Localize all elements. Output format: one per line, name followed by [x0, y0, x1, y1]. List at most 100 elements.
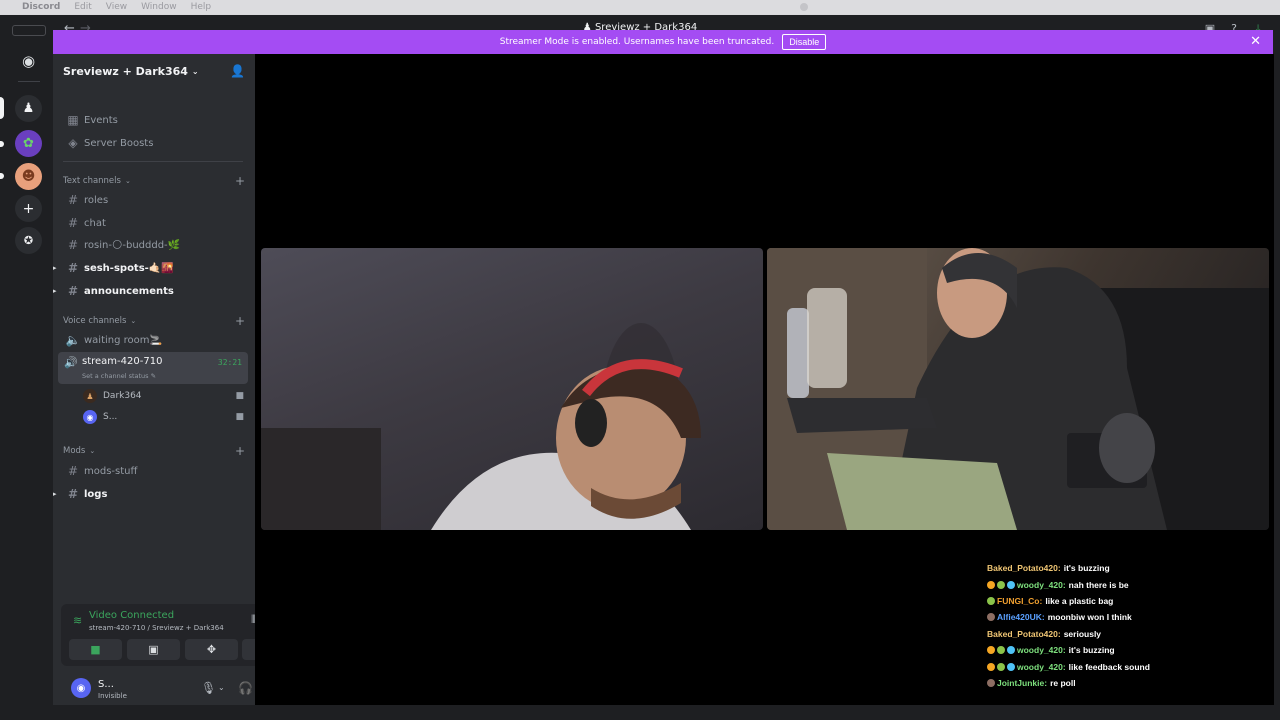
chat-badge-icon	[987, 678, 995, 687]
category-text-channels[interactable]: Text channels ⌄ +	[63, 174, 249, 188]
voice-user-name: Dark364	[103, 391, 142, 401]
activities-button[interactable]: ✥	[185, 639, 238, 660]
voice-channel-waiting-room[interactable]: 🔈 waiting room🚬	[59, 330, 249, 350]
server-list: ◉ ♟ ✿ ☻ + ✪	[0, 43, 56, 720]
chat-badge-icon	[1007, 662, 1015, 671]
channel-label: rosin-🌕-budddd-🌿	[84, 239, 181, 251]
chat-text: like a plastic bag	[1045, 595, 1114, 606]
voice-channel-stream[interactable]: 🔊 stream-420-710 32:21 Set a channel sta…	[58, 352, 248, 384]
chat-badge-icon	[997, 580, 1005, 589]
discover-compass-icon[interactable]: ✪	[15, 227, 42, 254]
chevron-down-icon: ⌄	[191, 66, 199, 76]
chevron-down-icon: ⌄	[130, 317, 137, 325]
menu-help[interactable]: Help	[191, 2, 212, 12]
close-icon[interactable]: ✕	[1250, 34, 1261, 49]
channel-sidebar: Sreviewz + Dark364 ⌄ 👤 ▦ Events ◈ Server…	[53, 54, 302, 705]
avatar[interactable]: ◉	[71, 678, 91, 698]
chat-text: it's buzzing	[1068, 645, 1115, 656]
chat-text: moonbiw won I think	[1047, 612, 1132, 623]
chat-message: Alfie420UK: moonbiw won I think	[987, 609, 1257, 625]
chat-badge-icon	[1007, 646, 1015, 655]
signal-icon[interactable]: ≋	[73, 614, 82, 627]
speaker-icon: 🔈	[65, 333, 81, 347]
chat-badge-icon	[987, 613, 995, 622]
channel-roles[interactable]: # roles	[59, 190, 249, 210]
unread-pill	[0, 173, 4, 179]
menu-edit[interactable]: Edit	[74, 2, 91, 12]
category-mods[interactable]: Mods ⌄ +	[63, 444, 249, 458]
speaker-active-icon: 🔊	[64, 356, 78, 369]
create-channel-icon[interactable]: +	[235, 314, 245, 328]
discord-home-icon[interactable]: ◉	[15, 47, 42, 74]
nav-item-label: Events	[84, 114, 118, 126]
add-server-icon[interactable]: +	[15, 195, 42, 222]
chevron-down-icon[interactable]: ⌄	[218, 683, 225, 692]
mac-menu-bar: Discord Edit View Window Help	[0, 0, 1280, 14]
channel-label: chat	[84, 217, 106, 229]
channel-label: roles	[84, 194, 109, 206]
channel-logs[interactable]: ▸ # logs	[53, 484, 249, 504]
chat-username: Alfie420UK:	[997, 612, 1045, 623]
chat-badge-icon	[997, 662, 1005, 671]
screen-share-button[interactable]: ▣	[127, 639, 180, 660]
chat-username: FUNGI_Co:	[997, 595, 1043, 606]
video-camera-icon: ■	[90, 643, 101, 656]
video-tile-user-2[interactable]	[767, 248, 1269, 530]
video-camera-icon: ■	[235, 412, 244, 422]
chat-username: JointJunkie:	[997, 677, 1048, 688]
voice-location[interactable]: stream-420-710 / Sreviewz + Dark364	[89, 624, 224, 632]
sidebar-divider	[63, 161, 243, 162]
chat-message: woody_420: nah there is be	[987, 576, 1257, 592]
server-icon-current[interactable]: ♟	[15, 95, 42, 122]
username[interactable]: S...	[98, 679, 114, 690]
invite-people-icon[interactable]: 👤	[230, 64, 245, 78]
channel-label: stream-420-710	[82, 356, 163, 367]
activities-icon: ✥	[206, 643, 217, 656]
menu-app-name[interactable]: Discord	[22, 2, 60, 12]
chat-text: it's buzzing	[1063, 563, 1110, 574]
menu-status-dot	[800, 3, 808, 11]
nav-item-label: Server Boosts	[84, 137, 154, 149]
chat-username: woody_420:	[1017, 645, 1066, 656]
channel-rosin[interactable]: # rosin-🌕-budddd-🌿	[59, 235, 249, 255]
menu-window[interactable]: Window	[141, 2, 177, 12]
create-channel-icon[interactable]: +	[235, 444, 245, 458]
category-voice-channels[interactable]: Voice channels ⌄ +	[63, 314, 249, 328]
channel-announcements[interactable]: ▸ # announcements	[53, 281, 249, 301]
video-camera-button[interactable]: ■	[69, 639, 122, 660]
channel-status[interactable]: Set a channel status ✎	[82, 372, 156, 380]
category-label: Mods	[63, 446, 86, 456]
unread-indicator: ▸	[53, 490, 57, 498]
headphones-icon[interactable]: 🎧	[238, 681, 253, 695]
chat-username: woody_420:	[1017, 661, 1066, 672]
hash-icon: #	[67, 193, 79, 207]
banner-text: Streamer Mode is enabled. Usernames have…	[499, 37, 775, 47]
active-server-pill	[0, 97, 4, 119]
unread-indicator: ▸	[53, 287, 57, 295]
voice-user[interactable]: ♟ Dark364 ■	[83, 387, 248, 405]
microphone-icon[interactable]: 🎙	[201, 681, 216, 695]
nav-item-server-boosts[interactable]: ◈ Server Boosts	[59, 133, 249, 153]
channel-mods-stuff[interactable]: # mods-stuff	[59, 461, 249, 481]
unread-pill	[0, 141, 4, 147]
voice-user[interactable]: ◉ S... ■	[83, 408, 248, 426]
channel-label: logs	[84, 488, 108, 500]
menu-view[interactable]: View	[106, 2, 127, 12]
chat-badge-icon	[997, 646, 1005, 655]
channel-label: announcements	[84, 285, 174, 297]
server-icon-avatar[interactable]: ☻	[15, 163, 42, 190]
video-tile-user-1[interactable]	[261, 248, 763, 530]
chat-badge-icon	[987, 580, 995, 589]
chat-badge-icon	[987, 596, 995, 605]
server-header[interactable]: Sreviewz + Dark364 ⌄ 👤	[53, 54, 255, 88]
chat-text: seriously	[1063, 628, 1102, 639]
hash-icon: #	[67, 238, 79, 252]
hash-icon: #	[67, 464, 79, 478]
server-icon-leaf[interactable]: ✿	[15, 130, 42, 157]
chat-message-list: Baked_Potato420: it's buzzing woody_420: na…	[987, 560, 1257, 691]
nav-item-events[interactable]: ▦ Events	[59, 110, 249, 130]
channel-chat[interactable]: # chat	[59, 213, 249, 233]
create-channel-icon[interactable]: +	[235, 174, 245, 188]
channel-sesh-spots[interactable]: ▸ # sesh-spots-🤙🏻🌇	[53, 258, 249, 278]
disable-streamer-mode-button[interactable]: Disable	[782, 34, 827, 50]
